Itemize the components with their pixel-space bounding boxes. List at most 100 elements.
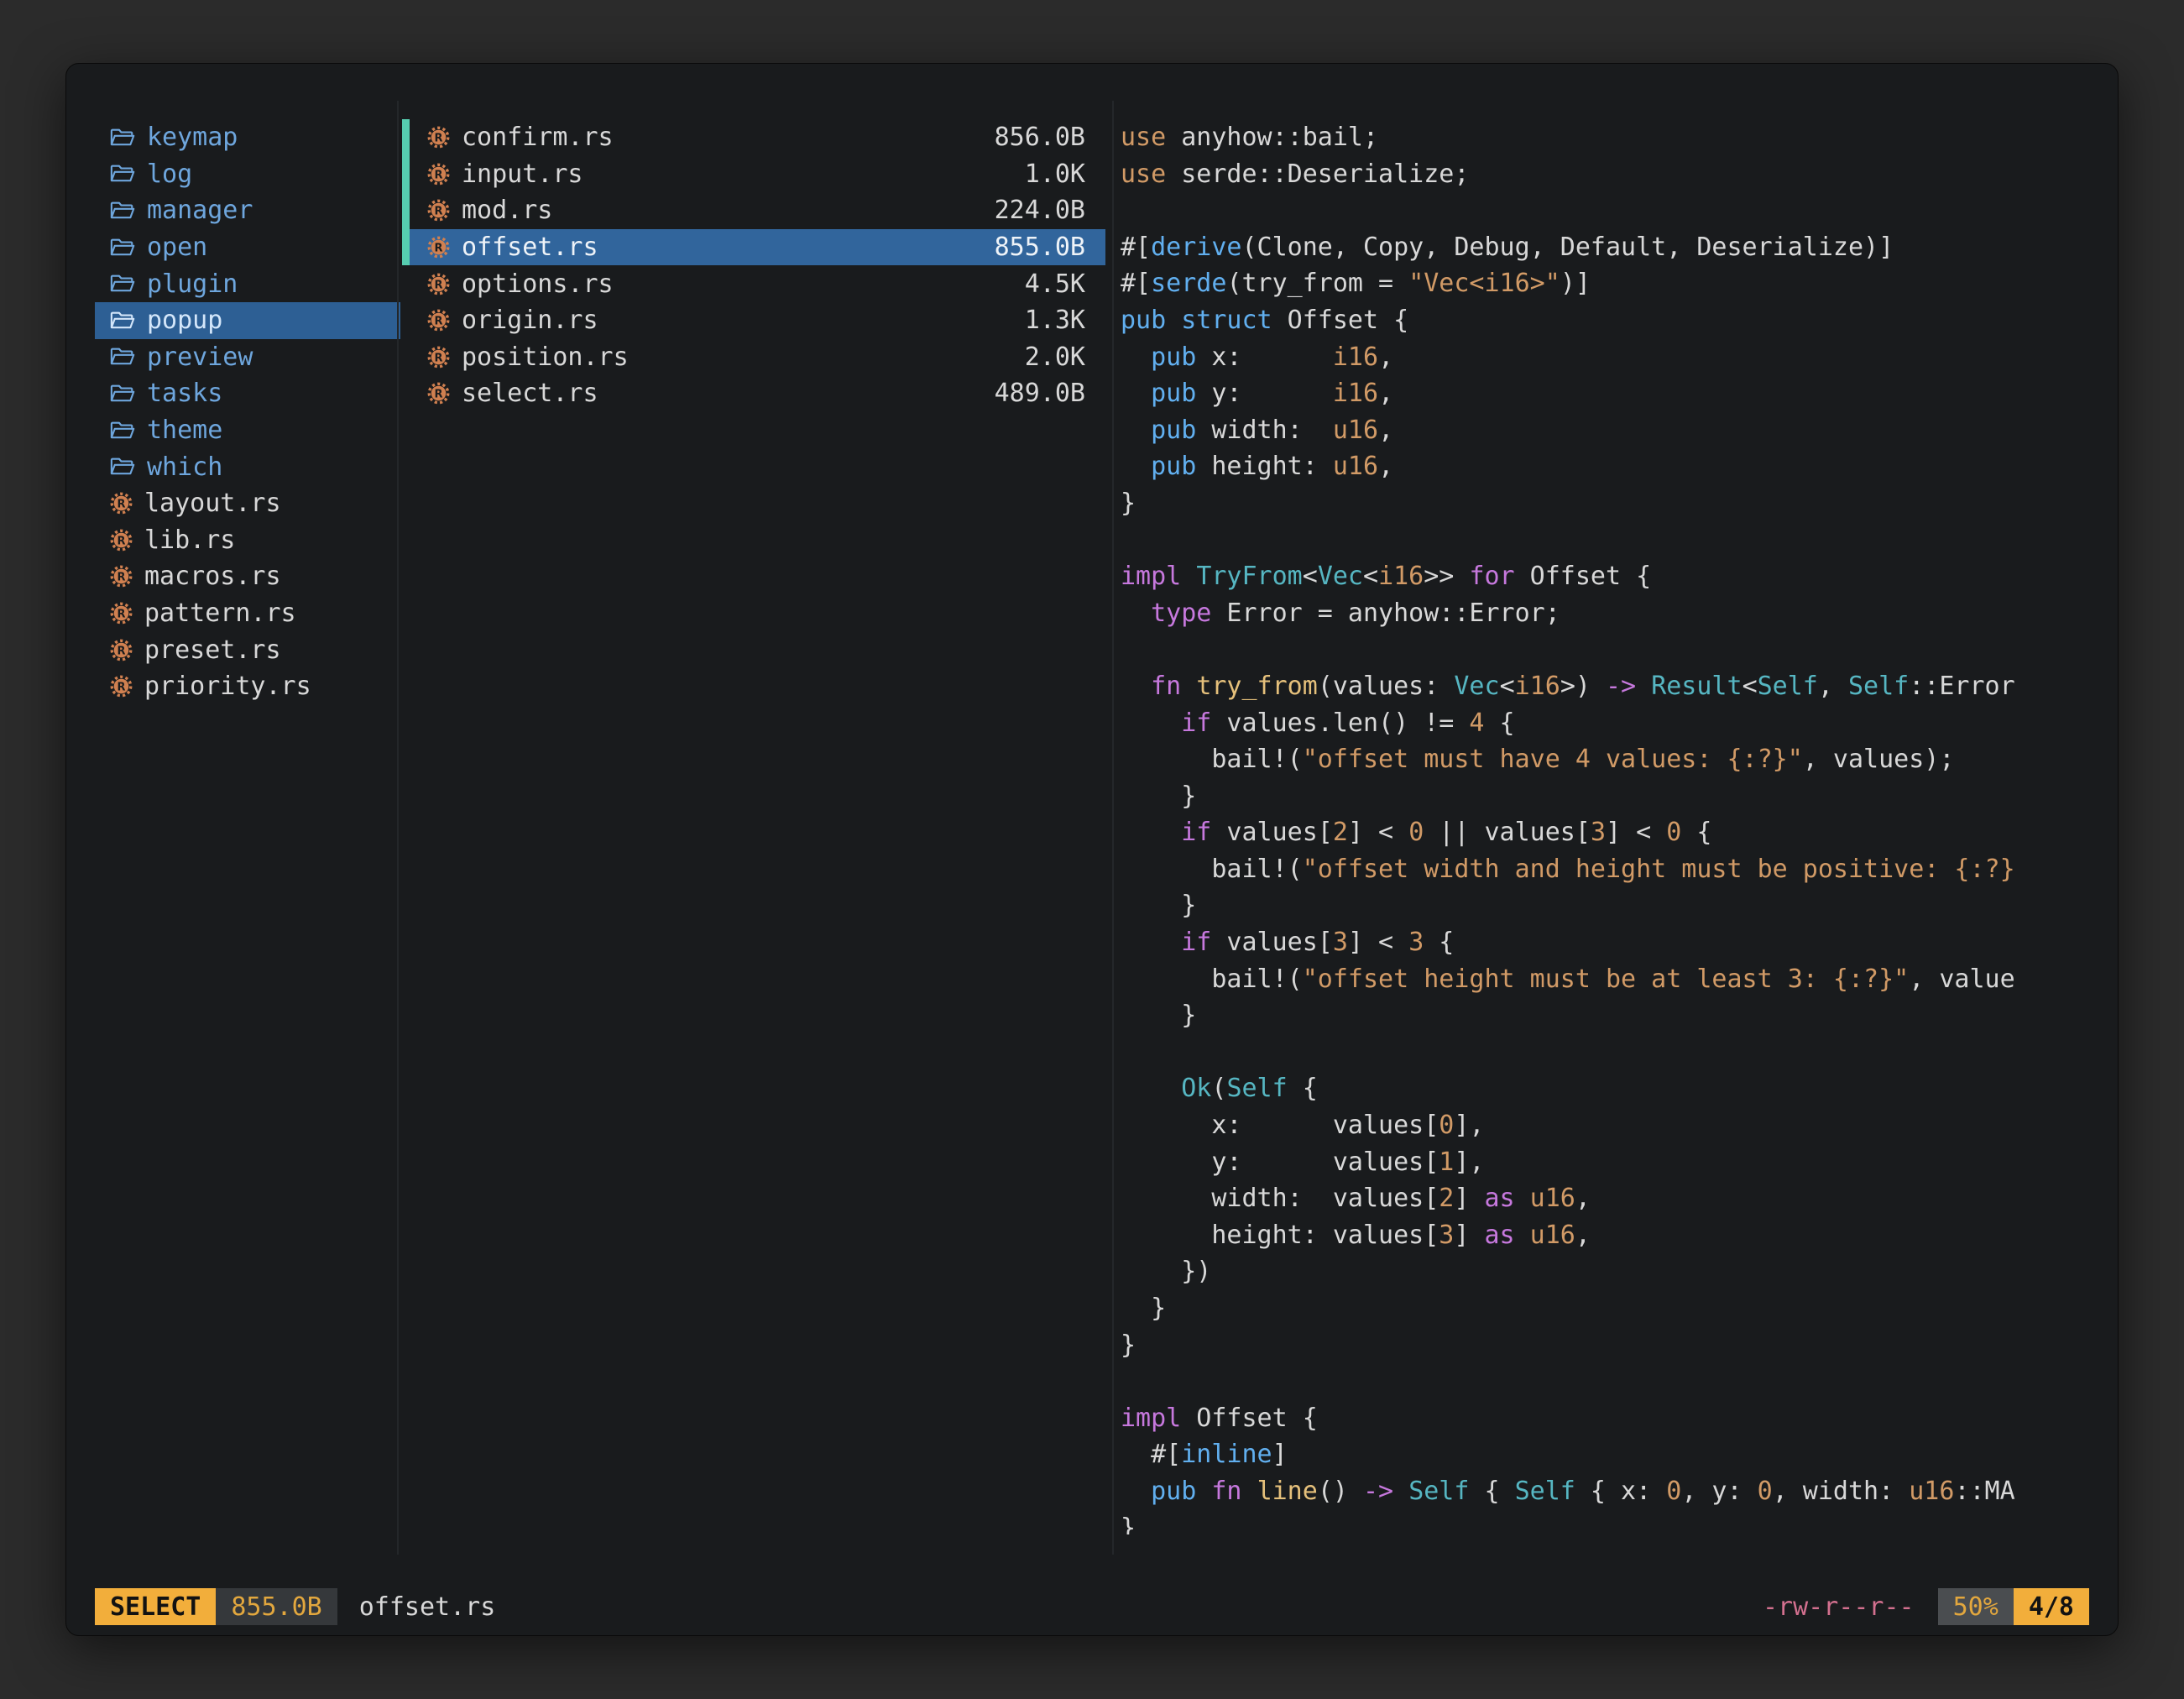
pane-divider: [1112, 101, 1114, 1555]
selected-filename: offset.rs: [359, 1592, 496, 1622]
code-line-36: impl Offset {: [1121, 1400, 2096, 1437]
sidebar-item-lib-rs[interactable]: Rlib.rs: [95, 522, 400, 559]
sidebar-item-priority-rs[interactable]: Rpriority.rs: [95, 668, 400, 705]
code-line-12: [1121, 522, 2096, 559]
file-row-position-rs[interactable]: Rposition.rs2.0K: [402, 339, 1105, 376]
code-line-9: pub width: u16,: [1121, 412, 2096, 449]
file-size: 1.3K: [1025, 306, 1105, 335]
file-name: options.rs: [462, 269, 614, 299]
code-line-18: bail!("offset must have 4 values: {:?}",…: [1121, 741, 2096, 778]
code-line-32: }): [1121, 1253, 2096, 1290]
file-row-input-rs[interactable]: Rinput.rs1.0K: [402, 156, 1105, 193]
scroll-percent-badge: 50%: [1938, 1588, 2014, 1625]
svg-text:R: R: [435, 243, 443, 255]
file-name: mod.rs: [462, 196, 552, 225]
pane-divider: [397, 101, 399, 1555]
code-line-20: if values[2] < 0 || values[3] < 0 {: [1121, 814, 2096, 851]
sidebar-item-macros-rs[interactable]: Rmacros.rs: [95, 558, 400, 595]
code-line-5: #[serde(try_from = "Vec<i16>")]: [1121, 265, 2096, 302]
sidebar-item-preview[interactable]: preview: [95, 339, 400, 376]
selection-marker: [402, 156, 410, 193]
sidebar-item-theme[interactable]: theme: [95, 412, 400, 449]
code-line-2: use serde::Deserialize;: [1121, 156, 2096, 193]
folder-open-icon: [110, 456, 135, 478]
code-line-1: use anyhow::bail;: [1121, 119, 2096, 156]
rust-icon: R: [427, 382, 450, 405]
file-row-mod-rs[interactable]: Rmod.rs224.0B: [402, 192, 1105, 229]
file-size: 489.0B: [995, 379, 1105, 408]
sidebar-item-which[interactable]: which: [95, 448, 400, 485]
code-line-33: }: [1121, 1290, 2096, 1327]
rust-icon: R: [110, 565, 133, 588]
code-line-8: pub y: i16,: [1121, 375, 2096, 412]
file-row-options-rs[interactable]: Roptions.rs 4.5K: [402, 265, 1105, 302]
status-bar-right: -rw-r--r-- 50% 4/8: [1763, 1588, 2089, 1625]
file-row-confirm-rs[interactable]: Rconfirm.rs856.0B: [402, 119, 1105, 156]
sidebar-item-plugin[interactable]: plugin: [95, 265, 400, 302]
sidebar-item-manager[interactable]: manager: [95, 192, 400, 229]
file-row-offset-rs[interactable]: Roffset.rs855.0B: [402, 229, 1105, 266]
sidebar-item-label: lib.rs: [144, 525, 235, 555]
sidebar-item-preset-rs[interactable]: Rpreset.rs: [95, 631, 400, 668]
sidebar-item-label: pattern.rs: [144, 599, 296, 628]
sidebar-item-log[interactable]: log: [95, 156, 400, 193]
folder-open-icon: [110, 200, 135, 222]
sidebar-item-keymap[interactable]: keymap: [95, 119, 400, 156]
code-line-11: }: [1121, 485, 2096, 522]
sidebar-item-layout-rs[interactable]: Rlayout.rs: [95, 485, 400, 522]
svg-text:R: R: [435, 316, 443, 328]
code-line-28: x: values[0],: [1121, 1107, 2096, 1144]
code-line-39: }: [1121, 1510, 2096, 1534]
folder-open-icon: [110, 420, 135, 442]
code-line-31: height: values[3] as u16,: [1121, 1217, 2096, 1254]
sidebar-item-popup[interactable]: popup: [95, 302, 400, 339]
sidebar-item-label: keymap: [147, 123, 238, 152]
sidebar-item-label: manager: [147, 196, 253, 225]
code-line-30: width: values[2] as u16,: [1121, 1180, 2096, 1217]
sidebar-item-pattern-rs[interactable]: Rpattern.rs: [95, 595, 400, 632]
code-line-19: }: [1121, 778, 2096, 815]
svg-text:R: R: [118, 608, 126, 620]
rust-icon: R: [110, 492, 133, 515]
rust-icon: R: [110, 639, 133, 661]
rust-icon: R: [110, 675, 133, 698]
file-row-select-rs[interactable]: Rselect.rs489.0B: [402, 375, 1105, 412]
sidebar-item-label: open: [147, 233, 207, 262]
code-line-35: [1121, 1363, 2096, 1400]
sidebar-item-label: log: [147, 159, 192, 189]
svg-text:R: R: [118, 645, 126, 657]
folder-open-icon: [110, 163, 135, 185]
file-size: 855.0B: [995, 233, 1105, 262]
rust-icon: R: [110, 529, 133, 552]
status-bar: SELECT 855.0B offset.rs -rw-r--r-- 50% 4…: [95, 1588, 2089, 1625]
code-line-38: pub fn line() -> Self { Self { x: 0, y: …: [1121, 1473, 2096, 1510]
folder-open-icon: [110, 346, 135, 368]
rust-icon: R: [427, 126, 450, 149]
code-line-16: fn try_from(values: Vec<i16>) -> Result<…: [1121, 668, 2096, 705]
code-line-17: if values.len() != 4 {: [1121, 705, 2096, 742]
sidebar-item-open[interactable]: open: [95, 229, 400, 266]
rust-icon: R: [110, 602, 133, 625]
file-permissions: -rw-r--r--: [1763, 1592, 1915, 1622]
file-name: origin.rs: [462, 306, 598, 335]
code-line-37: #[inline]: [1121, 1436, 2096, 1473]
mode-badge: SELECT: [95, 1588, 216, 1625]
rust-icon: R: [427, 199, 450, 222]
svg-text:R: R: [435, 389, 443, 401]
svg-text:R: R: [118, 499, 126, 511]
sidebar-item-tasks[interactable]: tasks: [95, 375, 400, 412]
sidebar-item-label: theme: [147, 416, 222, 445]
file-row-origin-rs[interactable]: Rorigin.rs 1.3K: [402, 302, 1105, 339]
file-name: input.rs: [462, 159, 583, 189]
folder-open-icon: [110, 127, 135, 149]
desktop-background: keymap log manager open pluginpopuppreviewta…: [0, 0, 2184, 1699]
svg-text:R: R: [435, 279, 443, 291]
status-bar-left: SELECT 855.0B offset.rs: [95, 1588, 495, 1625]
file-size: 4.5K: [1025, 269, 1105, 299]
svg-text:R: R: [118, 682, 126, 694]
sidebar-item-label: priority.rs: [144, 672, 311, 701]
code-line-24: bail!("offset height must be at least 3:…: [1121, 961, 2096, 998]
file-size-badge: 855.0B: [216, 1588, 337, 1625]
folder-open-icon: [110, 310, 135, 332]
rust-icon: R: [427, 346, 450, 369]
